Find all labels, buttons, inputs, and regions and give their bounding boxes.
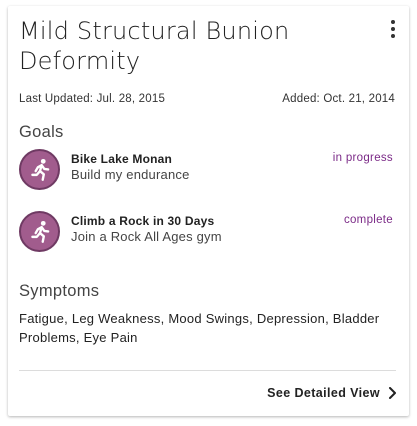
goal-item[interactable]: Bike Lake Monan Build my endurance in pr… <box>19 149 393 191</box>
goal-name: Bike Lake Monan <box>71 152 173 166</box>
running-person-icon <box>30 220 49 243</box>
goal-description: Build my endurance <box>71 167 190 182</box>
chevron-right-icon <box>389 387 396 399</box>
added-date: Added: Oct. 21, 2014 <box>282 93 395 105</box>
see-detailed-view-link[interactable]: See Detailed View <box>267 386 397 400</box>
see-detailed-view-label: See Detailed View <box>267 386 380 400</box>
goal-avatar <box>19 149 60 190</box>
goal-status: complete <box>343 214 393 226</box>
goals-heading: Goals <box>19 123 64 141</box>
goal-avatar <box>19 211 60 252</box>
running-person-icon <box>30 158 49 181</box>
condition-card: Mild Structural Bunion Deformity Last Up… <box>8 6 409 416</box>
condition-title: Mild Structural Bunion Deformity <box>19 17 290 75</box>
goal-status: in progress <box>332 152 393 164</box>
goal-name: Climb a Rock in 30 Days <box>71 214 215 228</box>
symptoms-heading: Symptoms <box>19 282 100 300</box>
menu-dot-icon <box>391 20 395 24</box>
overflow-menu-button[interactable] <box>387 18 399 40</box>
last-updated-date: Last Updated: Jul. 28, 2015 <box>19 93 166 105</box>
menu-dot-icon <box>391 27 395 31</box>
menu-dot-icon <box>391 34 395 38</box>
goal-description: Join a Rock All Ages gym <box>71 229 222 244</box>
condition-dates: Last Updated: Jul. 28, 2015 Added: Oct. … <box>19 93 395 105</box>
symptoms-list: Fatigue, Leg Weakness, Mood Swings, Depr… <box>19 311 380 345</box>
goal-item[interactable]: Climb a Rock in 30 Days Join a Rock All … <box>19 211 393 253</box>
divider <box>19 370 396 371</box>
